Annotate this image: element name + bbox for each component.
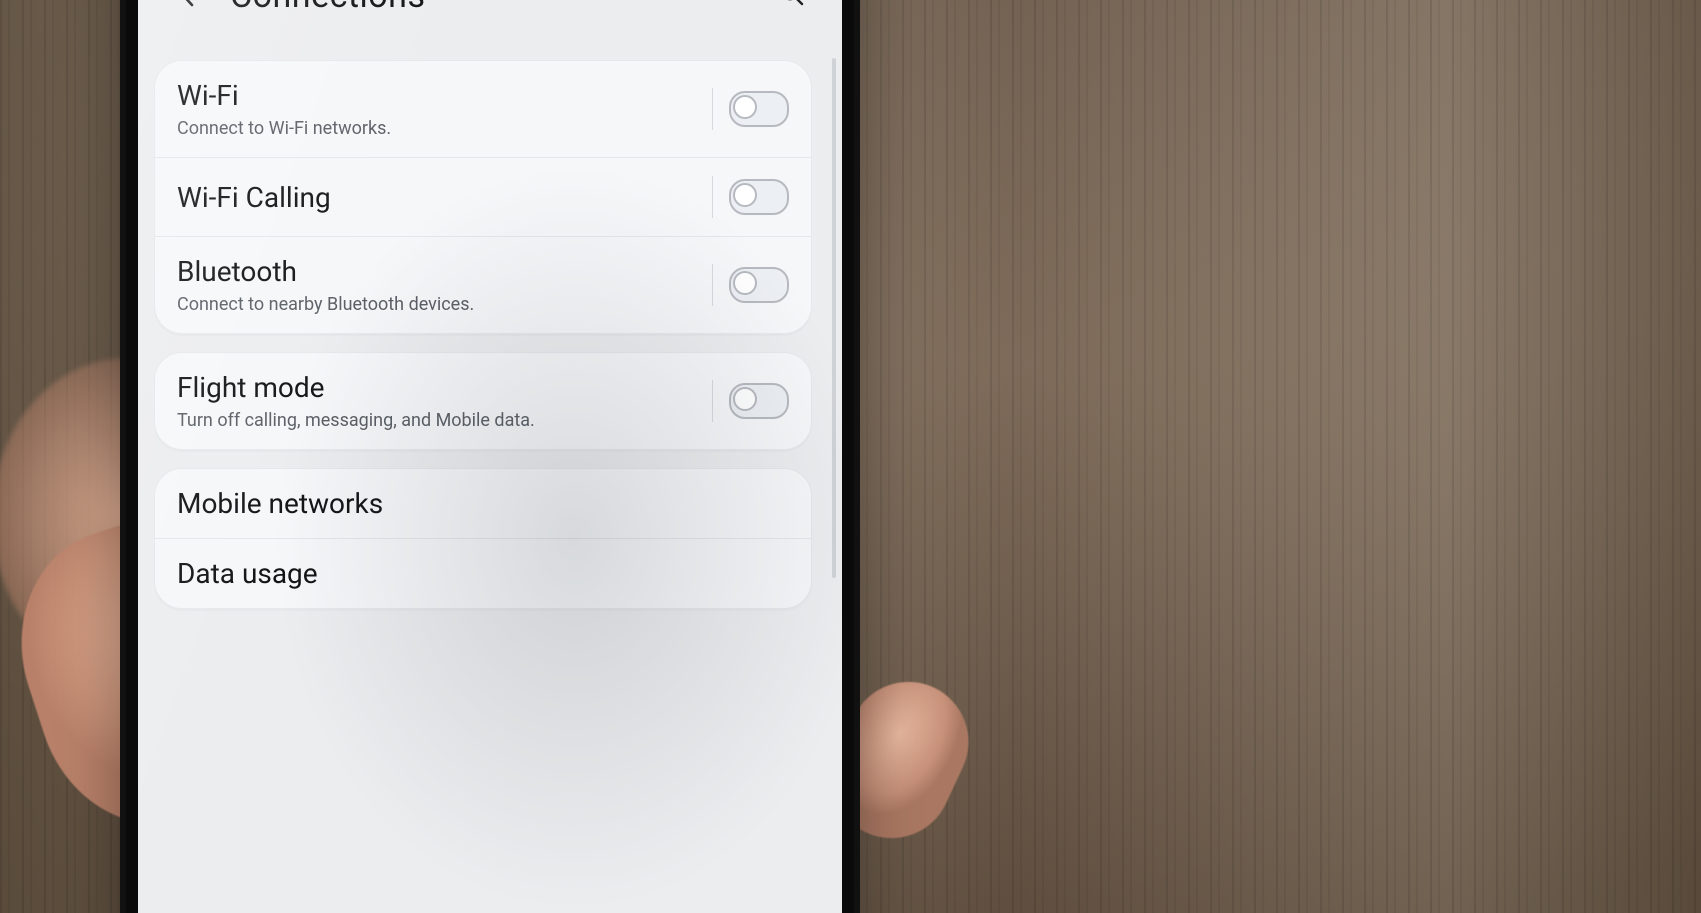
- row-title: Mobile networks: [177, 487, 789, 520]
- row-title: Wi-Fi Calling: [177, 181, 696, 214]
- row-title: Bluetooth: [177, 255, 696, 288]
- row-mobile-networks[interactable]: Mobile networks: [155, 469, 811, 538]
- back-button[interactable]: [164, 0, 212, 20]
- row-title: Data usage: [177, 557, 789, 590]
- content-scrollbar[interactable]: [832, 58, 836, 578]
- search-icon: [779, 0, 805, 11]
- row-wifi-calling[interactable]: Wi-Fi Calling: [155, 157, 811, 236]
- row-divider: [712, 264, 713, 306]
- row-subtitle: Connect to Wi-Fi networks.: [177, 118, 696, 139]
- row-title: Flight mode: [177, 371, 696, 404]
- row-bluetooth[interactable]: Bluetooth Connect to nearby Bluetooth de…: [155, 236, 811, 333]
- row-subtitle: Turn off calling, messaging, and Mobile …: [177, 410, 696, 431]
- content-area: Wi-Fi Connect to Wi-Fi networks. Wi-Fi C…: [138, 48, 828, 913]
- scene: 17:10 4G: [0, 0, 1701, 913]
- row-wifi[interactable]: Wi-Fi Connect to Wi-Fi networks.: [155, 61, 811, 157]
- settings-card: Mobile networks Data usage: [154, 468, 812, 609]
- page-title: Connections: [230, 0, 426, 16]
- chevron-left-icon: [177, 0, 199, 12]
- page-header: Connections: [138, 0, 842, 36]
- row-flight-mode[interactable]: Flight mode Turn off calling, messaging,…: [155, 353, 811, 449]
- settings-card: Wi-Fi Connect to Wi-Fi networks. Wi-Fi C…: [154, 60, 812, 334]
- row-divider: [712, 380, 713, 422]
- settings-card: Flight mode Turn off calling, messaging,…: [154, 352, 812, 450]
- row-title: Wi-Fi: [177, 79, 696, 112]
- wifi-toggle[interactable]: [729, 91, 789, 127]
- wifi-calling-toggle[interactable]: [729, 179, 789, 215]
- phone-screen: 17:10 4G: [138, 0, 842, 913]
- phone-frame: 17:10 4G: [120, 0, 860, 913]
- row-data-usage[interactable]: Data usage: [155, 538, 811, 608]
- row-divider: [712, 88, 713, 130]
- row-subtitle: Connect to nearby Bluetooth devices.: [177, 294, 696, 315]
- flight-mode-toggle[interactable]: [729, 383, 789, 419]
- row-divider: [712, 176, 713, 218]
- bluetooth-toggle[interactable]: [729, 267, 789, 303]
- search-button[interactable]: [768, 0, 816, 20]
